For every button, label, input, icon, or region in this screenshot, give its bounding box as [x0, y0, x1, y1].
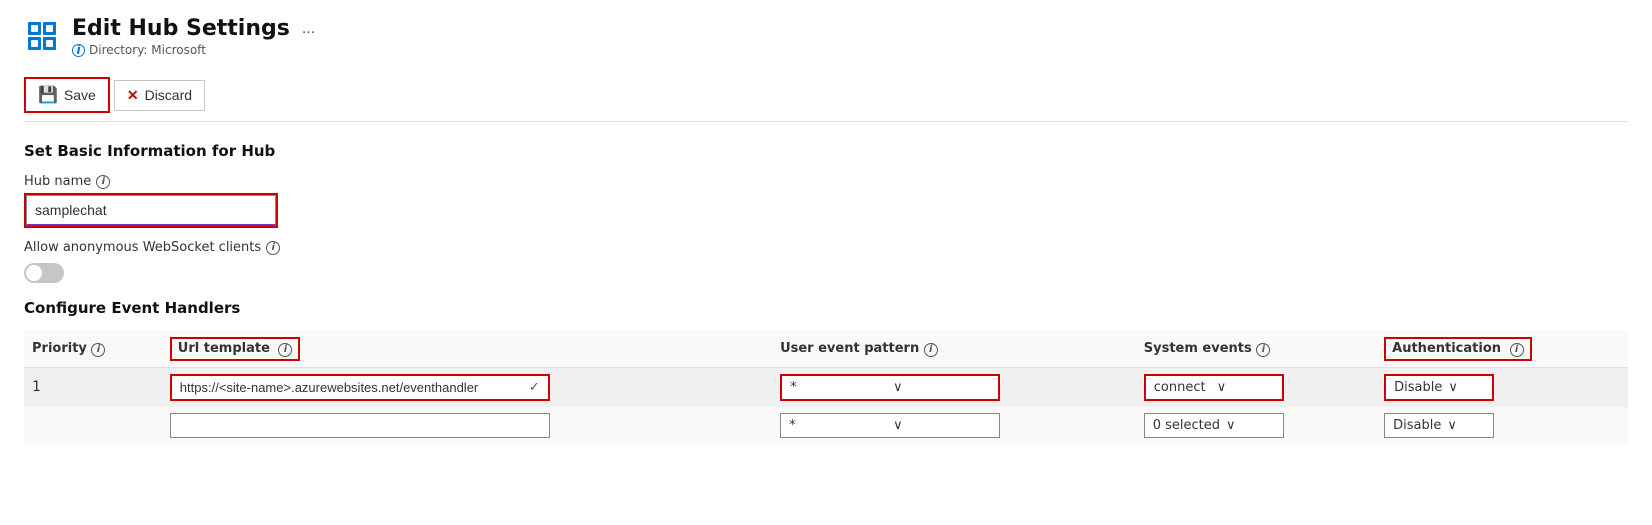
row1-authentication[interactable]: Disable ∨ — [1376, 367, 1628, 407]
row2-authentication[interactable]: Disable ∨ — [1376, 407, 1628, 444]
url-template-input-row1[interactable] — [180, 380, 523, 395]
basic-info-title: Set Basic Information for Hub — [24, 142, 1628, 160]
col-authentication: Authentication i — [1376, 331, 1628, 367]
toggle-container — [24, 263, 1628, 283]
hub-name-input[interactable] — [26, 195, 276, 226]
user-pattern-row2-chevron-icon: ∨ — [893, 418, 991, 433]
header-area: Edit Hub Settings ... i Directory: Micro… — [24, 16, 1628, 57]
row2-user-event-pattern[interactable]: * ∨ — [772, 407, 1136, 444]
ellipsis-button[interactable]: ... — [298, 20, 319, 38]
col-url-template: Url template i — [162, 331, 772, 367]
url-template-info-icon: i — [278, 343, 292, 357]
anonymous-toggle[interactable] — [24, 263, 64, 283]
toolbar: 💾 Save ✕ Discard — [24, 69, 1628, 122]
row1-priority: 1 — [24, 367, 162, 407]
system-events-chevron-icon: ∨ — [1217, 380, 1274, 395]
anonymous-info-icon: i — [266, 241, 280, 255]
user-event-info-icon: i — [924, 343, 938, 357]
info-icon: i — [72, 44, 85, 57]
system-events-info-icon: i — [1256, 343, 1270, 357]
anonymous-label: Allow anonymous WebSocket clients i — [24, 240, 1628, 255]
basic-info-section: Set Basic Information for Hub Hub name i… — [24, 142, 1628, 283]
title-block: Edit Hub Settings ... i Directory: Micro… — [72, 16, 319, 57]
auth-info-icon: i — [1510, 343, 1524, 357]
user-pattern-chevron-icon: ∨ — [893, 380, 990, 395]
row2-system-events[interactable]: 0 selected ∨ — [1136, 407, 1376, 444]
auth-chevron-icon: ∨ — [1448, 380, 1458, 395]
table-row: * ∨ 0 selected ∨ Disable ∨ — [24, 407, 1628, 444]
table-row: 1 ✓ * ∨ connect ∨ — [24, 367, 1628, 407]
col-user-event-pattern: User event pattern i — [772, 331, 1136, 367]
discard-button[interactable]: ✕ Discard — [114, 80, 205, 111]
table-header-row: Priority i Url template i User event pat… — [24, 331, 1628, 367]
row2-url-template[interactable] — [162, 407, 772, 444]
row2-priority — [24, 407, 162, 444]
row1-system-events[interactable]: connect ∨ — [1136, 367, 1376, 407]
hub-name-wrapper — [24, 193, 278, 228]
system-events-row2-chevron-icon: ∨ — [1226, 418, 1236, 433]
auth-row2-chevron-icon: ∨ — [1447, 418, 1457, 433]
hub-name-label: Hub name i — [24, 174, 1628, 189]
row1-user-event-pattern[interactable]: * ∨ — [772, 367, 1136, 407]
app-icon — [24, 18, 60, 54]
page-title: Edit Hub Settings ... — [72, 16, 319, 41]
discard-icon: ✕ — [127, 87, 139, 104]
subtitle: i Directory: Microsoft — [72, 43, 319, 57]
url-check-icon: ✓ — [529, 380, 540, 395]
save-button[interactable]: 💾 Save — [24, 77, 110, 113]
hub-name-info-icon: i — [96, 175, 110, 189]
event-handlers-title: Configure Event Handlers — [24, 299, 1628, 317]
event-handlers-section: Configure Event Handlers Priority i Url … — [24, 299, 1628, 444]
row1-url-template[interactable]: ✓ — [162, 367, 772, 407]
col-system-events: System events i — [1136, 331, 1376, 367]
url-template-input-row2[interactable] — [179, 418, 541, 433]
priority-info-icon: i — [91, 343, 105, 357]
event-handlers-table: Priority i Url template i User event pat… — [24, 331, 1628, 444]
save-icon: 💾 — [38, 85, 58, 105]
col-priority: Priority i — [24, 331, 162, 367]
